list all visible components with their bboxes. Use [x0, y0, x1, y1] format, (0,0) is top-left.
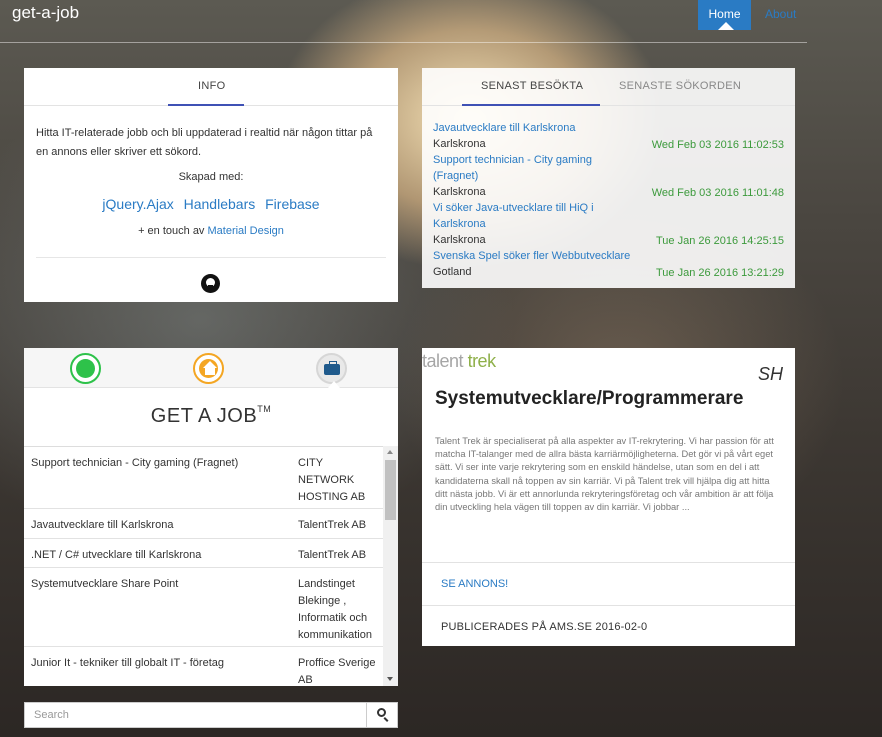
scroll-down-arrow-icon[interactable] [387, 677, 393, 681]
tech-links: jQuery.Ajax Handlebars Firebase [24, 196, 398, 212]
search-input[interactable] [25, 703, 367, 727]
briefcase-icon[interactable] [316, 353, 347, 384]
job-company: TalentTrek AB [298, 549, 367, 561]
tab-recent-searches[interactable]: SENASTE SÖKORDEN [619, 80, 741, 92]
touch-prefix: + en touch av [138, 225, 205, 237]
tech-link-handlebars[interactable]: Handlebars [184, 196, 256, 212]
job-company: Landstinget Blekinge , Informatik och ko… [298, 578, 372, 641]
scroll-thumb[interactable] [385, 460, 396, 520]
job-title: Systemutvecklare Share Point [31, 578, 179, 590]
navbar: get-a-job Home About [0, 0, 807, 43]
recent-job-date: Tue Jan 26 2016 14:25:15 [655, 235, 784, 247]
table-row[interactable]: Systemutvecklare Share Point Landstinget… [24, 568, 398, 647]
recent-tabbar: SENAST BESÖKTA SENASTE SÖKORDEN [422, 68, 795, 106]
recent-job-link[interactable]: Javautvecklare till Karlskrona [433, 120, 638, 136]
category-icon-bar [24, 348, 398, 388]
recent-job-date: Wed Feb 03 2016 11:01:48 [651, 187, 784, 199]
list-item: Vi söker Java-utvecklare till HiQ i Karl… [433, 200, 788, 248]
tech-link-jquery[interactable]: jQuery.Ajax [102, 196, 173, 212]
job-company: Proffice Sverige AB [298, 657, 376, 686]
cropped-heading: SH [757, 364, 783, 384]
job-table-scrollbar[interactable] [383, 446, 398, 686]
github-icon[interactable] [201, 274, 220, 293]
company-logo: talent trek [422, 351, 496, 372]
job-detail-card: talent trek SH Systemutvecklare/Programm… [422, 348, 795, 646]
home-body-shape [205, 368, 215, 375]
trademark-mark: TM [257, 404, 272, 414]
see-ad-link[interactable]: SE ANNONS! [441, 578, 508, 590]
nav-home-label: Home [708, 7, 741, 21]
info-description: Hitta IT-relaterade jobb och bli uppdate… [36, 127, 373, 158]
info-tabbar: INFO [24, 68, 398, 106]
logo-part-b: trek [467, 351, 497, 371]
made-with-label: Skapad med: [178, 171, 244, 183]
tab-recent-visited[interactable]: SENAST BESÖKTA [481, 80, 583, 92]
tab-info-indicator [168, 104, 244, 106]
detail-divider [422, 605, 795, 606]
info-divider [36, 257, 386, 258]
home-icon[interactable] [193, 353, 224, 384]
recent-job-link[interactable]: Svenska Spel söker fler Webbutvecklare [433, 248, 653, 264]
heading-text: GET A JOB [150, 405, 258, 427]
logo-part-a: talent [422, 351, 464, 371]
search-icon [377, 708, 386, 717]
table-row[interactable]: Support technician - City gaming (Fragne… [24, 447, 398, 509]
job-title: .NET / C# utvecklare till Karlskrona [31, 549, 202, 561]
job-list-card: GET A JOBTM Support technician - City ga… [24, 348, 398, 686]
scroll-up-arrow-icon[interactable] [387, 450, 393, 454]
list-item: Javautvecklare till Karlskrona Karlskron… [433, 120, 788, 152]
job-title: Javautvecklare till Karlskrona [31, 519, 174, 531]
material-design-link[interactable]: Material Design [208, 225, 284, 237]
recent-job-date: Tue Jan 26 2016 13:21:29 [655, 267, 784, 279]
tab-info[interactable]: INFO [198, 80, 225, 92]
job-company: CITY NETWORK HOSTING AB [298, 457, 366, 503]
recent-job-date: Wed Feb 03 2016 11:02:53 [651, 139, 784, 151]
job-company: TalentTrek AB [298, 519, 367, 531]
table-row[interactable]: .NET / C# utvecklare till Karlskrona Tal… [24, 539, 398, 568]
nav-home[interactable]: Home [698, 0, 751, 30]
active-caret-icon [328, 381, 340, 388]
recent-list: Javautvecklare till Karlskrona Karlskron… [433, 120, 788, 280]
list-item: Support technician - City gaming (Fragne… [433, 152, 788, 200]
job-detail-description: Talent Trek är specialiserat på alla asp… [435, 436, 774, 513]
recent-card: SENAST BESÖKTA SENASTE SÖKORDEN Javautve… [422, 68, 795, 288]
info-card: INFO Hitta IT-relaterade jobb och bli up… [24, 68, 398, 302]
job-title: Junior It - tekniker till globalt IT - f… [31, 657, 224, 669]
detail-divider [422, 562, 795, 563]
job-detail-title: Systemutvecklare/Programmerare [435, 388, 744, 409]
tech-link-firebase[interactable]: Firebase [265, 196, 319, 212]
nav-about[interactable]: About [765, 7, 796, 21]
table-row[interactable]: Junior It - tekniker till globalt IT - f… [24, 647, 398, 686]
published-label: PUBLICERADES PÅ AMS.SE 2016-02-0 [441, 621, 648, 633]
briefcase-glyph [324, 361, 340, 375]
list-item: Svenska Spel söker fler Webbutvecklare G… [433, 248, 788, 280]
search-button[interactable] [366, 703, 397, 727]
globe-icon[interactable] [70, 353, 101, 384]
tab-recent-indicator [462, 104, 600, 106]
recent-job-link[interactable]: Support technician - City gaming (Fragne… [433, 152, 638, 184]
table-row[interactable]: Javautvecklare till Karlskrona TalentTre… [24, 509, 398, 539]
brand-logo[interactable]: get-a-job [12, 3, 79, 23]
search-bar [24, 702, 398, 728]
job-table: Support technician - City gaming (Fragne… [24, 446, 398, 686]
recent-job-link[interactable]: Vi söker Java-utvecklare till HiQ i Karl… [433, 200, 638, 232]
touch-line: + en touch av Material Design [24, 225, 398, 237]
get-a-job-heading: GET A JOBTM [24, 404, 398, 428]
active-caret-icon [718, 22, 734, 30]
search-icon-handle [383, 717, 389, 722]
job-title: Support technician - City gaming (Fragne… [31, 457, 239, 469]
home-roof-shape [203, 361, 217, 368]
